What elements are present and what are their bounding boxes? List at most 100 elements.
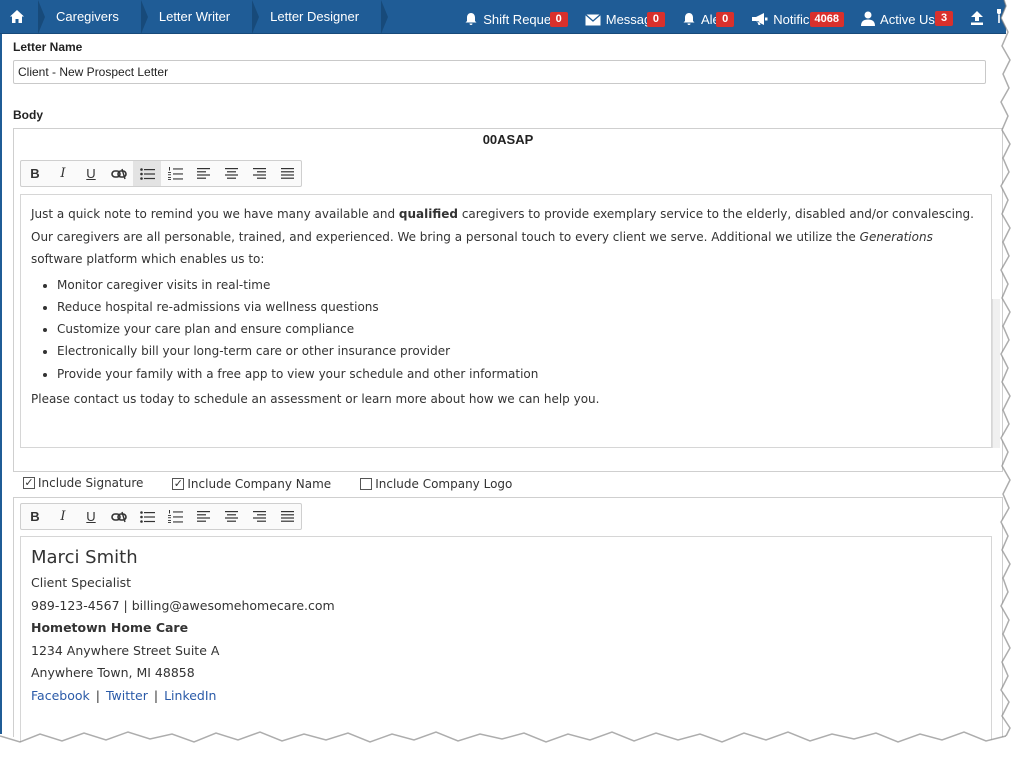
list-item: Electronically bill your long-term care … [57,340,981,362]
align-left-icon [196,168,210,179]
justify-button[interactable] [273,504,301,529]
link-button[interactable] [105,504,133,529]
align-right-icon [252,168,266,179]
align-right-button[interactable] [245,161,273,186]
breadcrumb-caregivers[interactable]: Caregivers [38,0,148,34]
body-closing-text: Please contact us today to schedule an a… [31,391,600,406]
include-company-name-checkbox[interactable]: ✓ Include Company Name [172,477,331,491]
numbered-list-icon [167,167,183,180]
include-company-logo-label: Include Company Logo [375,477,513,491]
body-label: Body [13,108,43,122]
align-center-button[interactable] [217,504,245,529]
upload-icon [971,11,983,25]
bold-button[interactable]: B [21,161,49,186]
list-item: Reduce hospital re-admissions via wellne… [57,296,981,318]
link-button[interactable] [105,161,133,186]
alerts-button[interactable]: Alerts 0 [676,12,740,33]
numbered-list-button[interactable] [161,504,189,529]
numbered-list-button[interactable] [161,161,189,186]
torn-edge-right [1000,0,1024,758]
align-left-icon [196,511,210,522]
list-item: Customize your care plan and ensure comp… [57,318,981,340]
shift-requests-button[interactable]: Shift Requests 0 [458,12,574,33]
align-center-button[interactable] [217,161,245,186]
body-panel: 00ASAP B I U Just a quick note to remind… [13,128,1003,472]
bell-icon [465,13,477,25]
list-item: Provide your family with a free app to v… [57,363,981,385]
home-icon [10,10,24,23]
italic-button[interactable]: I [49,504,77,529]
top-nav-bar: Caregivers Letter Writer Letter Designer… [0,0,1006,34]
letter-designer-form: Letter Name Body 00ASAP B I U [0,34,1003,746]
signature-options: ✓ Include Signature ✓ Include Company Na… [23,475,512,491]
link-separator: | [153,687,159,703]
megaphone-icon [752,13,768,25]
signature-panel: B I U Marci Smith Client Specialist 989-… [13,497,1003,746]
checkbox-checked[interactable]: ✓ [172,478,185,490]
linkedin-link[interactable]: LinkedIn [164,688,216,703]
link-separator: | [95,687,100,703]
include-signature-checkbox[interactable]: ✓ Include Signature [23,476,143,490]
link-icon [110,168,127,179]
signature-name: Marci Smith [31,547,138,568]
numbered-list-icon [167,510,183,523]
italic-button[interactable]: I [49,161,77,186]
underline-button[interactable]: U [77,161,105,186]
body-panel-title: 00ASAP [482,132,534,147]
signature-address-2: Anywhere Town, MI 48858 [31,665,195,680]
home-button[interactable] [0,0,45,34]
body-bullet-list: Monitor caregiver visits in real-time Re… [45,274,981,385]
signature-editor-toolbar: B I U [20,503,302,530]
messages-badge: 0 [646,12,665,27]
shift-requests-badge: 0 [549,12,568,27]
align-right-icon [252,511,266,522]
breadcrumb-letter-designer[interactable]: Letter Designer [252,0,388,34]
letter-name-label: Letter Name [13,40,83,54]
user-icon [861,11,876,26]
list-item: Monitor caregiver visits in real-time [57,274,981,296]
bulleted-list-button[interactable] [133,161,161,186]
active-users-button[interactable]: Active Users 3 [855,11,959,33]
signature-editor[interactable]: Marci Smith Client Specialist 989-123-45… [20,536,992,746]
facebook-link[interactable]: Facebook [31,688,90,703]
upload-button[interactable] [964,11,990,33]
notifications-badge: 4068 [809,12,845,27]
body-editor-toolbar: B I U [20,160,302,187]
underline-button[interactable]: U [77,504,105,529]
include-company-name-label: Include Company Name [187,477,332,491]
letter-name-input[interactable] [13,60,986,84]
checkbox-checked[interactable]: ✓ [23,477,35,489]
breadcrumb-letter-writer[interactable]: Letter Writer [141,0,260,34]
bulleted-list-icon [139,510,155,523]
checkbox-unchecked[interactable] [360,478,373,490]
signature-title: Client Specialist [31,575,132,590]
link-icon [110,511,127,522]
bell-icon [683,13,695,25]
include-signature-label: Include Signature [38,476,144,490]
messages-button[interactable]: Messages 0 [579,12,671,33]
body-editor[interactable]: Just a quick note to remind you we have … [20,194,992,448]
align-right-button[interactable] [245,504,273,529]
body-paragraph: Just a quick note to remind you we have … [31,203,981,271]
body-text-1: Just a quick note to remind you we have … [31,207,399,221]
include-company-logo-checkbox[interactable]: Include Company Logo [360,477,512,491]
justify-button[interactable] [273,161,301,186]
signature-address-1: 1234 Anywhere Street Suite A [31,642,220,658]
notifications-button[interactable]: Notifications 4068 [745,12,850,33]
torn-edge-bottom [0,731,1024,758]
justify-icon [280,511,294,522]
align-center-icon [224,168,238,179]
body-text-bold: qualified [398,207,458,221]
body-text-italic: Generations [859,229,933,244]
signature-company: Hometown Home Care [31,620,189,635]
justify-icon [280,168,294,179]
body-text-3: software platform which enables us to: [31,252,265,266]
align-center-icon [224,511,238,522]
signature-contact: 989-123-4567 | billing@awesomehomecare.c… [31,597,335,613]
bulleted-list-icon [139,167,155,180]
bold-button[interactable]: B [21,504,49,529]
bulleted-list-button[interactable] [133,504,161,529]
align-left-button[interactable] [189,504,217,529]
twitter-link[interactable]: Twitter [106,688,148,703]
align-left-button[interactable] [189,161,217,186]
